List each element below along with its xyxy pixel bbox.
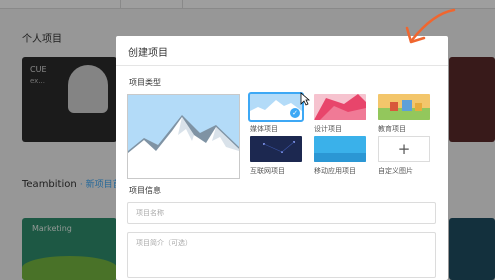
- project-description-textarea[interactable]: 项目简介（可选）: [127, 232, 436, 278]
- thumbnail-label: 教育项目: [378, 125, 406, 133]
- internet-thumbnail-image: [250, 136, 302, 162]
- mouse-cursor-icon: [300, 92, 310, 106]
- create-project-dialog: 创建项目 项目类型 ✓ 媒体项目 设计项目 教育项目 + 互联网项目 移动应用项…: [116, 36, 448, 280]
- dialog-divider: [116, 65, 448, 66]
- mountain-preview-image: [128, 95, 239, 178]
- education-thumbnail-image: [378, 94, 430, 120]
- thumbnail-label: 设计项目: [314, 125, 342, 133]
- thumbnail-design[interactable]: [314, 94, 366, 120]
- design-thumbnail-image: [314, 94, 366, 120]
- thumbnail-media[interactable]: ✓: [248, 92, 304, 122]
- thumbnail-mobile-app[interactable]: [314, 136, 366, 162]
- mobile-app-thumbnail-image: [314, 136, 366, 162]
- cover-preview: [127, 94, 240, 179]
- thumbnail-label: 自定义图片: [378, 167, 413, 175]
- selected-check-icon: ✓: [290, 108, 300, 118]
- thumbnail-internet[interactable]: [250, 136, 302, 162]
- thumbnail-label: 移动应用项目: [314, 167, 356, 175]
- dialog-title: 创建项目: [128, 48, 168, 59]
- thumbnail-label: 媒体项目: [250, 125, 278, 133]
- project-name-input[interactable]: 项目名称: [127, 202, 436, 224]
- custom-image-add-button[interactable]: +: [378, 136, 430, 162]
- thumbnail-education[interactable]: [378, 94, 430, 120]
- thumbnail-label: 互联网项目: [250, 167, 285, 175]
- annotation-arrow-icon: [405, 8, 456, 44]
- project-info-label: 项目信息: [129, 186, 161, 195]
- project-type-label: 项目类型: [129, 78, 161, 87]
